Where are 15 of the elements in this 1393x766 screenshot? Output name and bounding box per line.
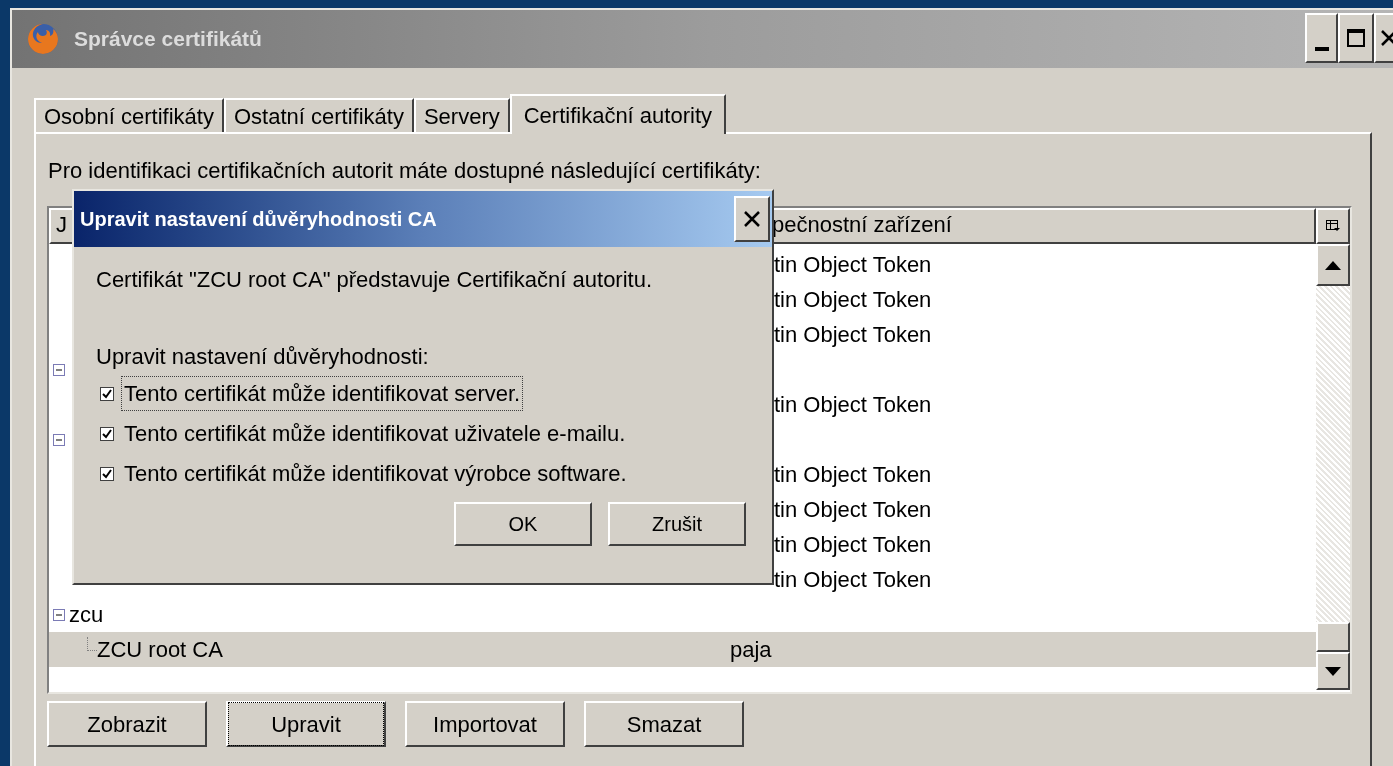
table-cell-text: tin Object Token [774, 286, 932, 314]
table-cell-text: paja [730, 636, 772, 664]
window-title: Správce certifikátů [74, 26, 262, 53]
table-cell-text: tin Object Token [774, 496, 932, 524]
table-cell-text: tin Object Token [774, 461, 932, 489]
section-label: Upravit nastavení důvěryhodnosti: [96, 343, 430, 371]
table-cell-text: tin Object Token [774, 531, 932, 559]
dialog-message: Certifikát "ZCU root CA" představuje Certifikační autoritu. [96, 266, 654, 294]
dialog-title: Upravit nastavení důvěryhodnosti CA [80, 207, 437, 232]
table-cell-text: tin Object Token [774, 391, 932, 419]
tree-item-label: ZCU root CA [97, 636, 223, 664]
table-cell-text: tin Object Token [774, 251, 932, 279]
description-text: Pro identifikaci certifikačních autorit máte dostupné následující certifikáty: [48, 157, 761, 185]
table-cell-text: tin Object Token [774, 321, 932, 349]
table-cell-text: tin Object Token [774, 566, 932, 594]
